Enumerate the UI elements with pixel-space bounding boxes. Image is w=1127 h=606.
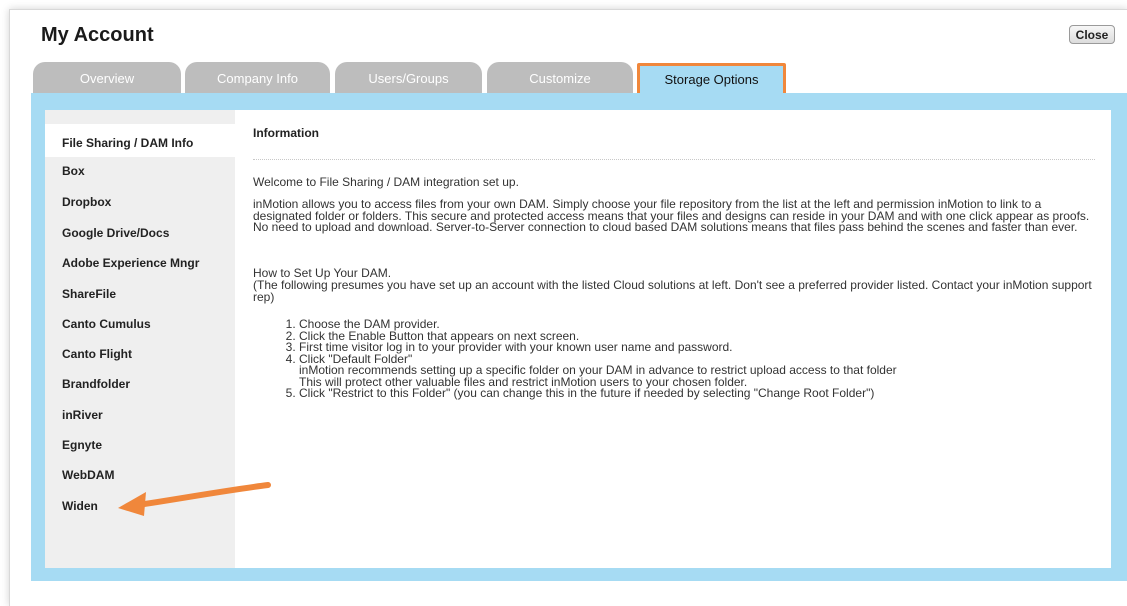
- sidebar-item-box[interactable]: Box: [62, 164, 85, 178]
- tab-customize[interactable]: Customize: [487, 62, 633, 94]
- tab-users-groups[interactable]: Users/Groups: [335, 62, 482, 94]
- tab-storage-options[interactable]: Storage Options: [637, 63, 786, 97]
- sidebar-item-widen[interactable]: Widen: [62, 499, 98, 513]
- step-item: Click "Default Folder" inMotion recommen…: [299, 353, 1101, 389]
- welcome-text: Welcome to File Sharing / DAM integratio…: [253, 175, 519, 189]
- step-item: First time visitor log in to your provid…: [299, 341, 1101, 354]
- tab-company-info[interactable]: Company Info: [185, 62, 330, 94]
- sidebar-item-dropbox[interactable]: Dropbox: [62, 195, 111, 209]
- steps-list: Choose the DAM provider. Click the Enabl…: [253, 318, 1101, 400]
- sidebar-item-google-drive[interactable]: Google Drive/Docs: [62, 226, 169, 240]
- sidebar-item-egnyte[interactable]: Egnyte: [62, 438, 102, 452]
- sidebar-item-canto-flight[interactable]: Canto Flight: [62, 347, 132, 361]
- close-button[interactable]: Close: [1069, 25, 1115, 44]
- info-heading: Information: [253, 126, 319, 140]
- sidebar-item-inriver[interactable]: inRiver: [62, 408, 103, 422]
- step-item: Click "Restrict to this Folder" (you can…: [299, 387, 1101, 400]
- divider: [253, 159, 1095, 160]
- setup-note: (The following presumes you have set up …: [253, 278, 1092, 304]
- sidebar-item-file-sharing[interactable]: File Sharing / DAM Info: [62, 136, 193, 150]
- sidebar-item-canto-cumulus[interactable]: Canto Cumulus: [62, 317, 151, 331]
- sidebar-item-webdam[interactable]: WebDAM: [62, 468, 114, 482]
- page-title: My Account: [41, 24, 154, 46]
- info-section: Information: [253, 127, 1098, 139]
- tab-overview[interactable]: Overview: [33, 62, 181, 94]
- sidebar-item-sharefile[interactable]: ShareFile: [62, 287, 116, 301]
- sidebar-item-brandfolder[interactable]: Brandfolder: [62, 377, 130, 391]
- intro-paragraph: inMotion allows you to access files from…: [253, 197, 1090, 234]
- sidebar-item-adobe-experience[interactable]: Adobe Experience Mngr: [62, 256, 199, 270]
- orange-arrow-annotation: [118, 482, 271, 516]
